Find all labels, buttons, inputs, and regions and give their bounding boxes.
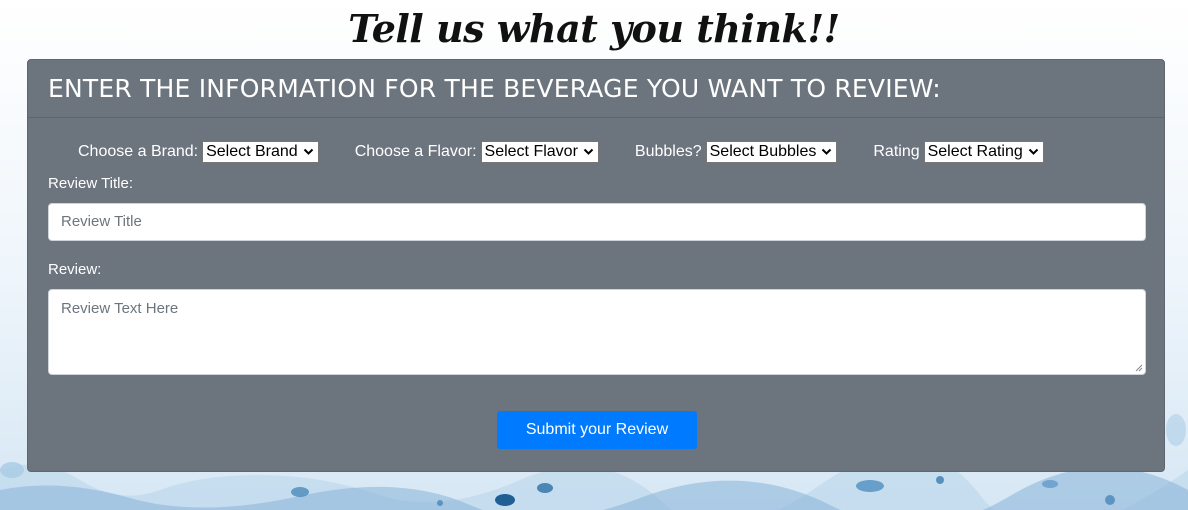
rating-select-value: Select Rating: [927, 143, 1023, 160]
review-text-label: Review:: [48, 261, 102, 278]
brand-group: Choose a Brand: Select Brand: [78, 141, 319, 163]
flavor-group: Choose a Flavor: Select Flavor: [355, 141, 599, 163]
selector-row: Choose a Brand: Select Brand Choose a Fl…: [78, 140, 1044, 164]
form-heading: ENTER THE INFORMATION FOR THE BEVERAGE Y…: [48, 74, 941, 103]
chevron-down-icon: [1028, 148, 1038, 155]
rating-select[interactable]: Select Rating: [923, 141, 1044, 163]
rating-group: Rating Select Rating: [873, 141, 1044, 163]
flavor-select[interactable]: Select Flavor: [480, 141, 599, 163]
brand-label: Choose a Brand:: [78, 143, 199, 160]
flavor-select-value: Select Flavor: [484, 143, 578, 160]
bubbles-label: Bubbles?: [634, 143, 702, 160]
resize-grip-icon[interactable]: [1134, 363, 1143, 372]
brand-select-value: Select Brand: [206, 143, 298, 160]
rating-label: Rating: [873, 143, 920, 160]
review-text-area[interactable]: Review Text Here: [48, 289, 1146, 375]
form-header: ENTER THE INFORMATION FOR THE BEVERAGE Y…: [28, 60, 1164, 118]
bubbles-group: Bubbles? Select Bubbles: [634, 141, 838, 163]
flavor-label: Choose a Flavor:: [354, 143, 477, 160]
review-form-card: ENTER THE INFORMATION FOR THE BEVERAGE Y…: [27, 59, 1165, 472]
chevron-down-icon: [303, 148, 313, 155]
review-title-input[interactable]: Review Title: [48, 203, 1146, 241]
brand-select[interactable]: Select Brand: [202, 141, 319, 163]
bubbles-select[interactable]: Select Bubbles: [705, 141, 838, 163]
chevron-down-icon: [822, 148, 832, 155]
bubbles-select-value: Select Bubbles: [709, 143, 817, 160]
chevron-down-icon: [583, 148, 594, 155]
review-title-placeholder: Review Title: [61, 213, 142, 230]
submit-review-button[interactable]: Submit your Review: [497, 411, 697, 449]
review-title-label: Review Title:: [48, 175, 134, 192]
review-text-placeholder: Review Text Here: [61, 300, 179, 317]
page-title: Tell us what you think!!: [348, 6, 840, 51]
